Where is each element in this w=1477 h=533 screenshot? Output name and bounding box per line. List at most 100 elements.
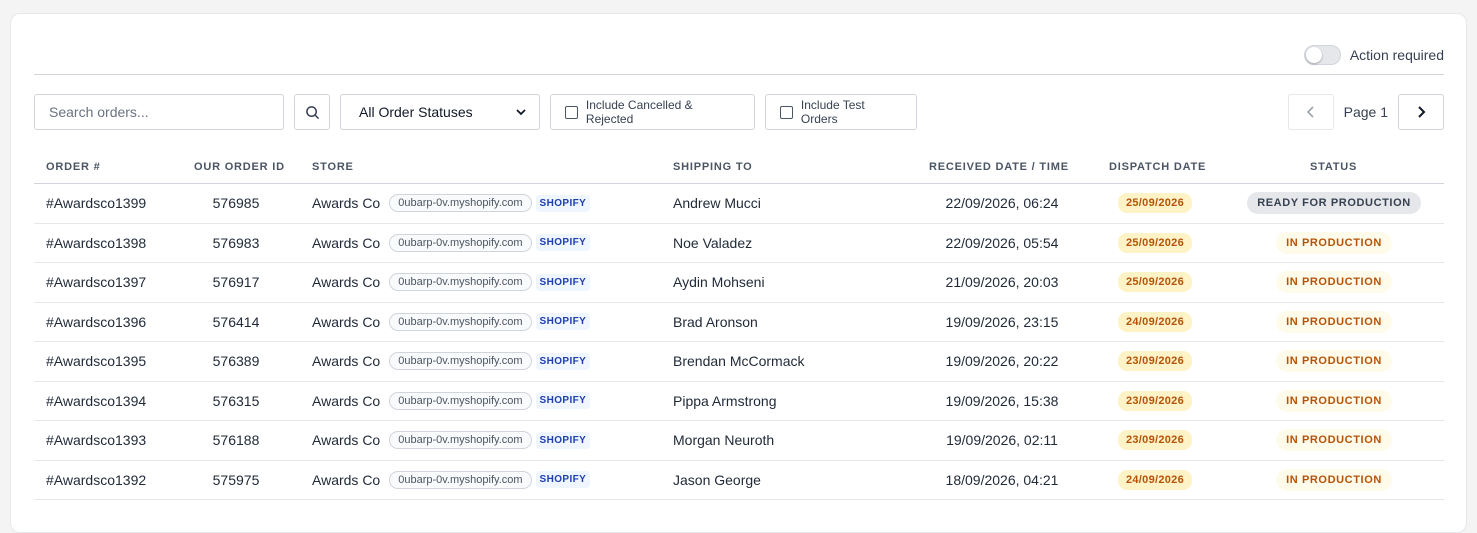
- received-date-cell: 19/09/2026, 15:38: [945, 392, 1059, 409]
- table-row[interactable]: #Awardsco1397 576917 Awards Co 0ubarp-0v.my…: [34, 263, 1444, 303]
- previous-page-button[interactable]: [1287, 94, 1334, 130]
- column-header-dispatch[interactable]: DISPATCH DATE: [1109, 161, 1206, 173]
- store-domain-chip: 0ubarp-0v.myshopify.com: [389, 233, 532, 252]
- order-number-cell[interactable]: #Awardsco1395: [46, 342, 146, 381]
- shipping-to-cell: Aydin Mohseni: [673, 274, 765, 291]
- store-cell: Awards Co 0ubarp-0v.myshopify.com SHOPIFY: [312, 342, 591, 381]
- dispatch-date-badge: 25/09/2026: [1117, 272, 1193, 293]
- our-order-id-cell: 576985: [212, 195, 260, 212]
- filter-bar: All Order Statuses Include Cancelled & R…: [34, 94, 1444, 131]
- orders-table: ORDER # OUR ORDER ID STORE SHIPPING TO R…: [34, 150, 1444, 500]
- order-number-cell[interactable]: #Awardsco1393: [46, 421, 146, 460]
- column-header-our-order-id[interactable]: OUR ORDER ID: [194, 161, 285, 173]
- dispatch-date-cell: 25/09/2026: [1105, 224, 1205, 263]
- column-header-shipping-to[interactable]: SHIPPING TO: [673, 161, 753, 173]
- dispatch-date-cell: 24/09/2026: [1105, 461, 1205, 500]
- status-badge: IN PRODUCTION: [1276, 350, 1392, 373]
- search-button[interactable]: [294, 94, 330, 130]
- chevron-down-icon: [516, 109, 526, 116]
- dispatch-date-cell: 23/09/2026: [1105, 421, 1205, 460]
- our-order-id-cell: 575975: [212, 471, 260, 488]
- store-domain-chip: 0ubarp-0v.myshopify.com: [389, 312, 532, 331]
- table-header: ORDER # OUR ORDER ID STORE SHIPPING TO R…: [34, 150, 1444, 184]
- shipping-to-cell: Brad Aronson: [673, 313, 758, 330]
- received-date-cell: 19/09/2026, 20:22: [945, 353, 1059, 370]
- store-domain-chip: 0ubarp-0v.myshopify.com: [389, 470, 532, 489]
- shipping-to-cell: Andrew Mucci: [673, 195, 761, 212]
- include-test-orders-label: Include Test Orders: [800, 98, 865, 126]
- status-badge: IN PRODUCTION: [1276, 271, 1392, 294]
- dispatch-date-badge: 23/09/2026: [1117, 390, 1193, 411]
- table-row[interactable]: #Awardsco1395 576389 Awards Co 0ubarp-0v.my…: [34, 342, 1444, 382]
- chevron-left-icon: [1306, 106, 1314, 118]
- received-date-cell: 22/09/2026, 05:54: [945, 234, 1059, 251]
- store-cell: Awards Co 0ubarp-0v.myshopify.com SHOPIFY: [312, 184, 591, 223]
- platform-badge: SHOPIFY: [535, 392, 591, 410]
- table-row[interactable]: #Awardsco1399 576985 Awards Co 0ubarp-0v.my…: [34, 184, 1444, 224]
- action-required-toggle-group: Action required: [1303, 45, 1444, 65]
- our-order-id-cell: 576315: [212, 392, 260, 409]
- our-order-id-cell: 576983: [212, 234, 260, 251]
- platform-badge: SHOPIFY: [535, 234, 591, 252]
- our-order-id-cell: 576188: [212, 432, 260, 449]
- card-header: Action required: [34, 14, 1444, 75]
- store-domain-chip: 0ubarp-0v.myshopify.com: [389, 194, 532, 213]
- action-required-toggle[interactable]: [1303, 45, 1341, 65]
- action-required-label: Action required: [1349, 47, 1444, 63]
- order-number-cell[interactable]: #Awardsco1392: [46, 461, 146, 500]
- dispatch-date-cell: 23/09/2026: [1105, 382, 1205, 421]
- orders-card: Action required All Order Statuses Inclu…: [10, 13, 1467, 533]
- include-cancelled-checkbox[interactable]: Include Cancelled & Rejected: [550, 94, 755, 130]
- platform-badge: SHOPIFY: [535, 471, 591, 489]
- include-test-orders-checkbox[interactable]: Include Test Orders: [765, 94, 917, 130]
- store-name: Awards Co: [312, 392, 381, 409]
- dispatch-date-cell: 24/09/2026: [1105, 303, 1205, 342]
- platform-badge: SHOPIFY: [535, 431, 591, 449]
- order-number-cell[interactable]: #Awardsco1397: [46, 263, 146, 302]
- order-number-cell[interactable]: #Awardsco1398: [46, 224, 146, 263]
- pagination: Page 1: [1287, 94, 1444, 130]
- status-badge: IN PRODUCTION: [1276, 468, 1392, 491]
- dispatch-date-badge: 24/09/2026: [1117, 469, 1193, 490]
- status-cell: IN PRODUCTION: [1234, 263, 1434, 302]
- dispatch-date-badge: 24/09/2026: [1117, 311, 1193, 332]
- our-order-id-cell: 576389: [212, 353, 260, 370]
- store-domain-chip: 0ubarp-0v.myshopify.com: [389, 391, 532, 410]
- order-status-select[interactable]: All Order Statuses: [340, 94, 540, 130]
- shipping-to-cell: Pippa Armstrong: [673, 392, 777, 409]
- status-badge: IN PRODUCTION: [1276, 310, 1392, 333]
- column-header-store[interactable]: STORE: [312, 161, 354, 173]
- order-number-cell[interactable]: #Awardsco1394: [46, 382, 146, 421]
- column-header-order[interactable]: ORDER #: [46, 161, 101, 173]
- search-icon: [305, 105, 319, 119]
- dispatch-date-badge: 25/09/2026: [1117, 232, 1193, 253]
- status-cell: IN PRODUCTION: [1234, 421, 1434, 460]
- store-cell: Awards Co 0ubarp-0v.myshopify.com SHOPIFY: [312, 382, 591, 421]
- column-header-status[interactable]: STATUS: [1310, 161, 1357, 173]
- table-row[interactable]: #Awardsco1393 576188 Awards Co 0ubarp-0v.my…: [34, 421, 1444, 461]
- store-name: Awards Co: [312, 313, 381, 330]
- next-page-button[interactable]: [1398, 94, 1444, 130]
- status-cell: IN PRODUCTION: [1234, 303, 1434, 342]
- page-indicator: Page 1: [1343, 104, 1388, 120]
- order-number-cell[interactable]: #Awardsco1399: [46, 184, 146, 223]
- column-header-received[interactable]: RECEIVED DATE / TIME: [929, 161, 1069, 173]
- shipping-to-cell: Brendan McCormack: [673, 353, 805, 370]
- store-name: Awards Co: [312, 274, 381, 291]
- dispatch-date-cell: 25/09/2026: [1105, 184, 1205, 223]
- dispatch-date-cell: 25/09/2026: [1105, 263, 1205, 302]
- order-status-select-value: All Order Statuses: [359, 104, 473, 120]
- include-cancelled-label: Include Cancelled & Rejected: [585, 98, 693, 126]
- our-order-id-cell: 576917: [212, 274, 260, 291]
- table-row[interactable]: #Awardsco1394 576315 Awards Co 0ubarp-0v.my…: [34, 382, 1444, 421]
- received-date-cell: 19/09/2026, 23:15: [945, 313, 1059, 330]
- dispatch-date-cell: 23/09/2026: [1105, 342, 1205, 381]
- store-domain-chip: 0ubarp-0v.myshopify.com: [389, 273, 532, 292]
- table-row[interactable]: #Awardsco1392 575975 Awards Co 0ubarp-0v.my…: [34, 461, 1444, 500]
- table-row[interactable]: #Awardsco1398 576983 Awards Co 0ubarp-0v.my…: [34, 224, 1444, 263]
- table-row[interactable]: #Awardsco1396 576414 Awards Co 0ubarp-0v.my…: [34, 303, 1444, 342]
- search-input[interactable]: [34, 94, 284, 130]
- received-date-cell: 22/09/2026, 06:24: [945, 195, 1059, 212]
- store-cell: Awards Co 0ubarp-0v.myshopify.com SHOPIFY: [312, 303, 591, 342]
- order-number-cell[interactable]: #Awardsco1396: [46, 303, 146, 342]
